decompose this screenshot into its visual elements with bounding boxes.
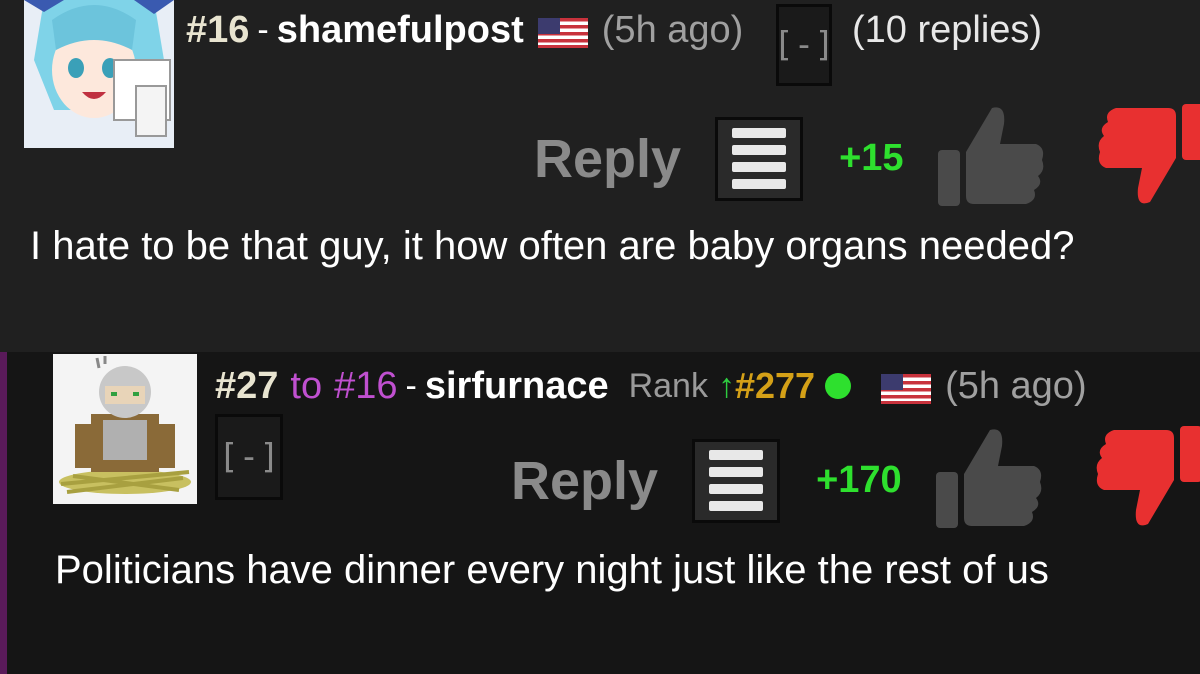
username[interactable]: sirfurnace xyxy=(425,365,609,408)
thumbs-up-icon[interactable] xyxy=(934,100,1046,217)
reply-to-number[interactable]: #16 xyxy=(334,365,397,408)
post-header: #27 to #16 - sirfurnace Rank ↑ #277 (5h … xyxy=(215,362,1087,410)
post-27: #27 to #16 - sirfurnace Rank ↑ #277 (5h … xyxy=(0,352,1200,674)
online-status-icon xyxy=(825,373,852,399)
avatar[interactable] xyxy=(24,0,174,148)
rank-number: #277 xyxy=(734,365,816,406)
collapse-button[interactable]: [-] xyxy=(215,414,283,500)
us-flag-icon xyxy=(537,15,588,48)
reply-button[interactable]: Reply xyxy=(511,450,658,512)
post-16: #16 - shamefulpost (5h ago) [-] (10 repl… xyxy=(0,0,1200,352)
post-number[interactable]: #27 xyxy=(215,365,278,408)
menu-icon xyxy=(732,128,787,138)
username[interactable]: shamefulpost xyxy=(277,9,524,52)
score: +15 xyxy=(839,137,904,179)
menu-button[interactable] xyxy=(692,438,781,523)
collapse-button[interactable]: [-] xyxy=(773,4,835,86)
avatar[interactable] xyxy=(53,354,197,504)
thumbs-down-icon[interactable] xyxy=(1096,98,1200,219)
score: +170 xyxy=(816,459,902,501)
separator: - xyxy=(257,10,269,49)
us-flag-icon xyxy=(881,371,932,404)
post-body: Politicians have dinner every night just… xyxy=(55,548,1049,592)
post-body: I hate to be that guy, it how often are … xyxy=(30,224,1075,268)
reply-button[interactable]: Reply xyxy=(534,128,681,190)
time-ago: (5h ago) xyxy=(945,364,1087,407)
menu-button[interactable] xyxy=(715,116,804,201)
rank-up-arrow-icon: ↑ xyxy=(717,366,735,405)
replies-count[interactable]: (10 replies) xyxy=(852,6,1042,54)
post-header: #16 - shamefulpost (5h ago) xyxy=(186,6,743,54)
thumbs-down-icon[interactable] xyxy=(1094,420,1200,541)
time-ago: (5h ago) xyxy=(601,8,744,51)
post-actions: Reply +15 xyxy=(534,98,1200,219)
separator: - xyxy=(405,366,417,405)
post-actions: Reply +170 xyxy=(511,420,1200,541)
menu-icon xyxy=(709,450,764,460)
thumbs-up-icon[interactable] xyxy=(932,422,1044,539)
post-number[interactable]: #16 xyxy=(186,9,249,52)
reply-to-label: to xyxy=(290,364,323,407)
rank-label: Rank xyxy=(628,366,708,405)
